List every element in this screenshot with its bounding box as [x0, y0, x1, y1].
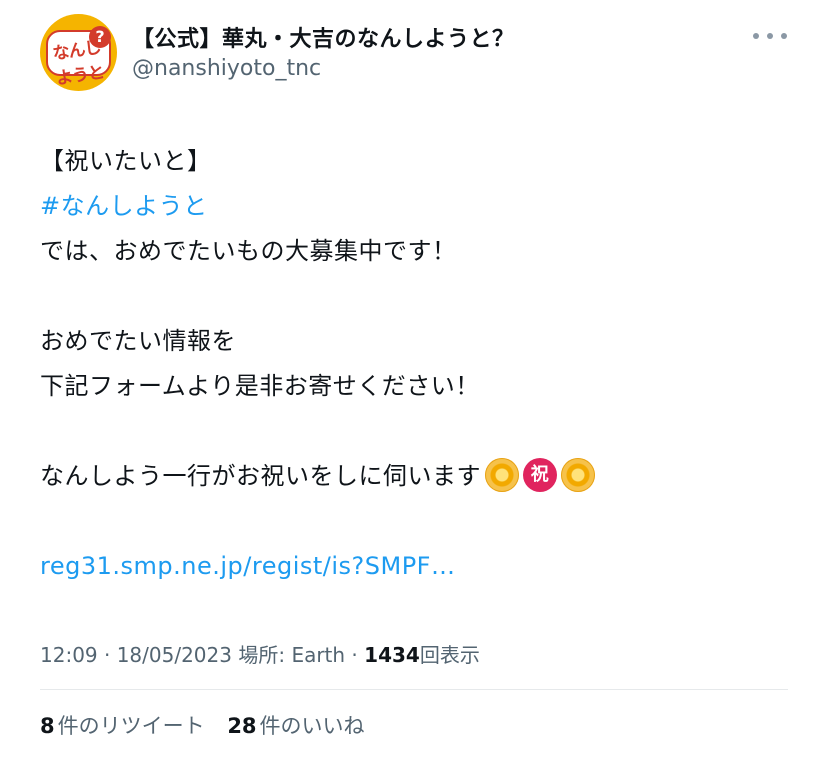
tweet-line: では、おめでたいもの大募集中です！ — [40, 237, 457, 265]
more-dot — [767, 33, 773, 39]
views-count: 1434 — [364, 643, 420, 667]
question-mark-icon: ? — [89, 26, 111, 48]
tweet-line-with-emoji: なんしよう一行がお祝いをしに伺います 祝 — [40, 454, 800, 499]
more-dot — [753, 33, 759, 39]
avatar[interactable]: なんしようと ? — [40, 14, 117, 91]
likes-stat[interactable]: 28 件のいいね — [227, 710, 364, 740]
registration-form-link[interactable]: reg31.smp.ne.jp/regist/is?SMPF… — [40, 552, 455, 580]
celebration-kanji-emoji-icon: 祝 — [523, 458, 557, 492]
tweet-stats: 8 件のリツイート 28 件のいいね — [40, 710, 381, 740]
author-handle[interactable]: @nanshiyoto_tnc — [132, 56, 321, 81]
tweet-line: 下記フォームより是非お寄せください！ — [40, 372, 480, 400]
divider — [40, 689, 788, 690]
more-dot — [781, 33, 787, 39]
retweets-count: 8 — [40, 714, 55, 738]
tweet-line: なんしよう一行がお祝いをしに伺います — [40, 462, 481, 490]
more-options-icon[interactable] — [753, 26, 787, 46]
tweet-location: 場所: Earth · — [238, 643, 358, 667]
author-display-name[interactable]: 【公式】華丸・大吉のなんしようと？ — [132, 21, 515, 53]
likes-count: 28 — [227, 714, 257, 738]
likes-label: 件のいいね — [259, 714, 365, 738]
retweets-label: 件のリツイート — [57, 714, 205, 738]
tweet-text: 【祝いたいと】 #なんしようと では、おめでたいもの大募集中です！ おめでたい情… — [40, 139, 800, 589]
tweet-timestamp[interactable]: 12:09 · 18/05/2023 — [40, 643, 232, 667]
tweet-meta: 12:09 · 18/05/2023 場所: Earth · 1434回表示 — [40, 639, 480, 668]
views-label: 回表示 — [419, 643, 480, 667]
retweets-stat[interactable]: 8 件のリツイート — [40, 710, 205, 740]
tweet-line: 【祝いたいと】 — [40, 147, 212, 175]
flower-emoji-icon — [561, 458, 595, 492]
hashtag-link[interactable]: #なんしようと — [40, 192, 208, 220]
flower-emoji-icon — [485, 458, 519, 492]
tweet-line: おめでたい情報を — [40, 327, 236, 355]
